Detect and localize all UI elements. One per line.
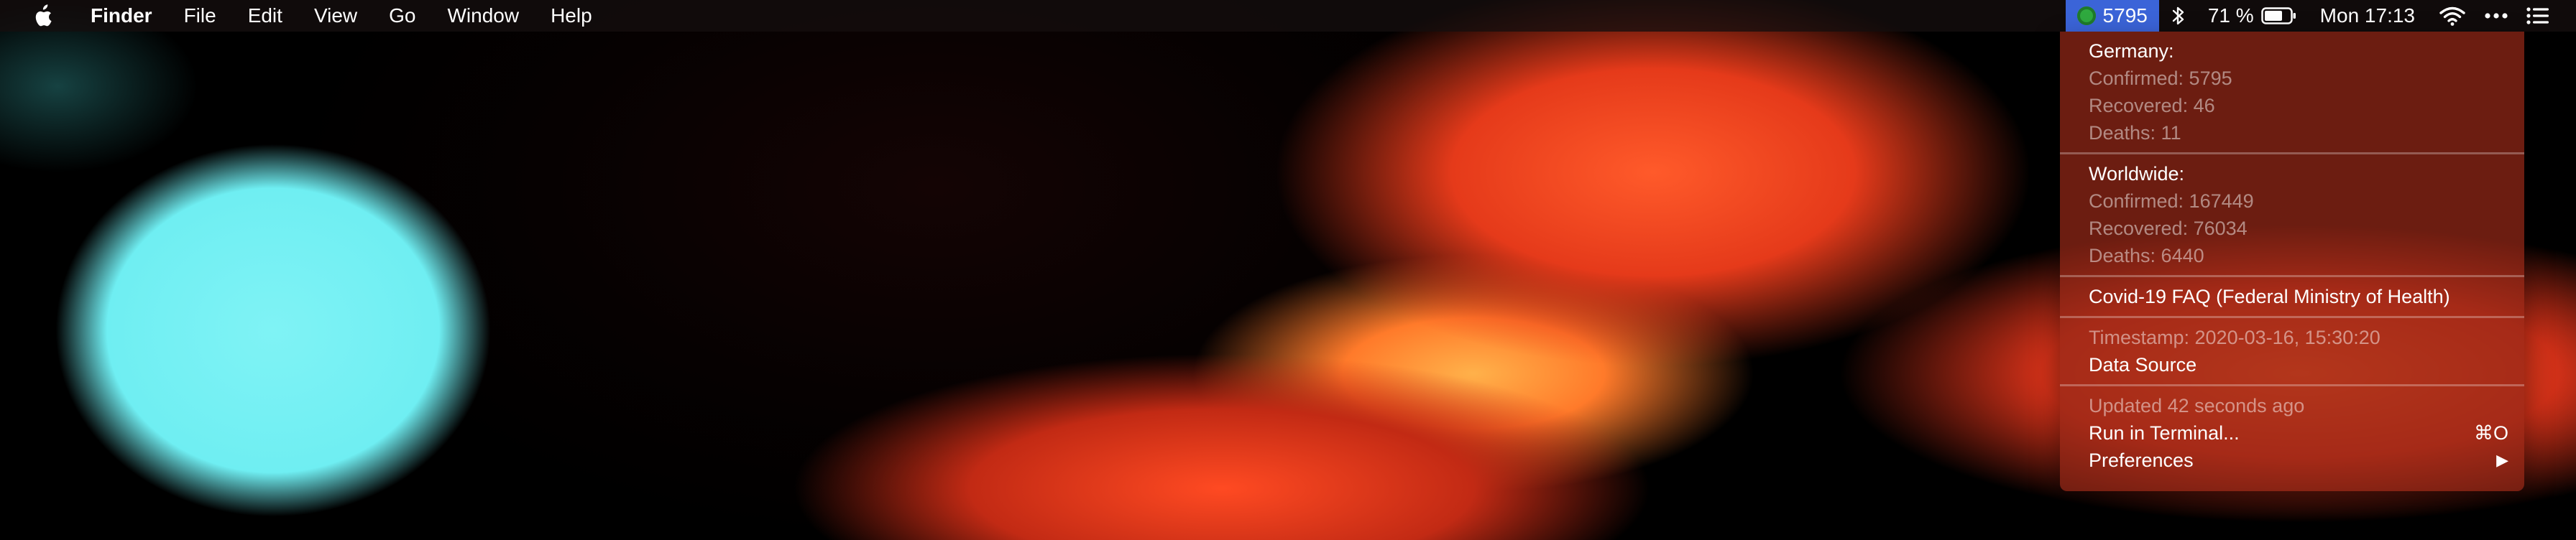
apple-logo-icon[interactable] [29, 4, 56, 27]
battery-percent: 71 % [2207, 4, 2254, 27]
covid-status-item[interactable]: 5795 [2065, 0, 2159, 32]
keyboard-shortcut: ⌘O [2473, 422, 2508, 444]
menu-edit[interactable]: Edit [248, 4, 282, 27]
menu-help[interactable]: Help [551, 4, 592, 27]
run-in-terminal-label: Run in Terminal... [2089, 422, 2240, 444]
worldwide-deaths: Deaths: 6440 [2089, 245, 2204, 266]
germany-recovered: Recovered: 46 [2089, 95, 2215, 116]
worldwide-recovered: Recovered: 76034 [2089, 218, 2248, 239]
covid-status-icon [2076, 6, 2096, 25]
menu-separator [2060, 275, 2524, 277]
covid-dropdown-menu: Germany: Confirmed: 5795 Recovered: 46 D… [2060, 32, 2524, 491]
menu-go[interactable]: Go [389, 4, 415, 27]
menu-window[interactable]: Window [447, 4, 519, 27]
worldwide-confirmed: Confirmed: 167449 [2089, 190, 2254, 212]
menu-clock[interactable]: Mon 17:13 [2320, 4, 2415, 27]
menu-separator [2060, 316, 2524, 318]
submenu-arrow-icon: ▶ [2496, 451, 2508, 469]
battery-icon[interactable] [2260, 6, 2297, 25]
bluetooth-icon[interactable] [2172, 5, 2185, 27]
menu-separator [2060, 152, 2524, 154]
data-source-menu-item[interactable]: Data Source [2060, 351, 2524, 378]
worldwide-heading: Worldwide: [2089, 163, 2185, 185]
menu-view[interactable]: View [314, 4, 357, 27]
preferences-menu-item[interactable]: Preferences ▶ [2060, 447, 2524, 474]
germany-heading: Germany: [2089, 40, 2174, 62]
status-area: 5795 71 % Mon 17:13 [2065, 0, 2576, 32]
covid-count: 5795 [2102, 4, 2148, 27]
notification-center-icon[interactable] [2526, 6, 2550, 25]
menu-bar-left: Finder File Edit View Go Window Help [0, 0, 592, 32]
timestamp-label: Timestamp: 2020-03-16, 15:30:20 [2089, 327, 2380, 348]
wifi-icon[interactable] [2438, 5, 2467, 27]
menu-file[interactable]: File [184, 4, 216, 27]
menu-finder[interactable]: Finder [91, 4, 152, 27]
preferences-label: Preferences [2089, 450, 2194, 471]
germany-confirmed: Confirmed: 5795 [2089, 68, 2232, 89]
menu-separator [2060, 384, 2524, 386]
faq-menu-item[interactable]: Covid-19 FAQ (Federal Ministry of Health… [2060, 283, 2524, 310]
germany-deaths: Deaths: 11 [2089, 122, 2181, 144]
run-in-terminal-menu-item[interactable]: Run in Terminal... ⌘O [2060, 419, 2524, 447]
more-icon[interactable] [2484, 11, 2508, 20]
menu-bar: Finder File Edit View Go Window Help 579… [0, 0, 2576, 32]
updated-label: Updated 42 seconds ago [2089, 395, 2305, 416]
